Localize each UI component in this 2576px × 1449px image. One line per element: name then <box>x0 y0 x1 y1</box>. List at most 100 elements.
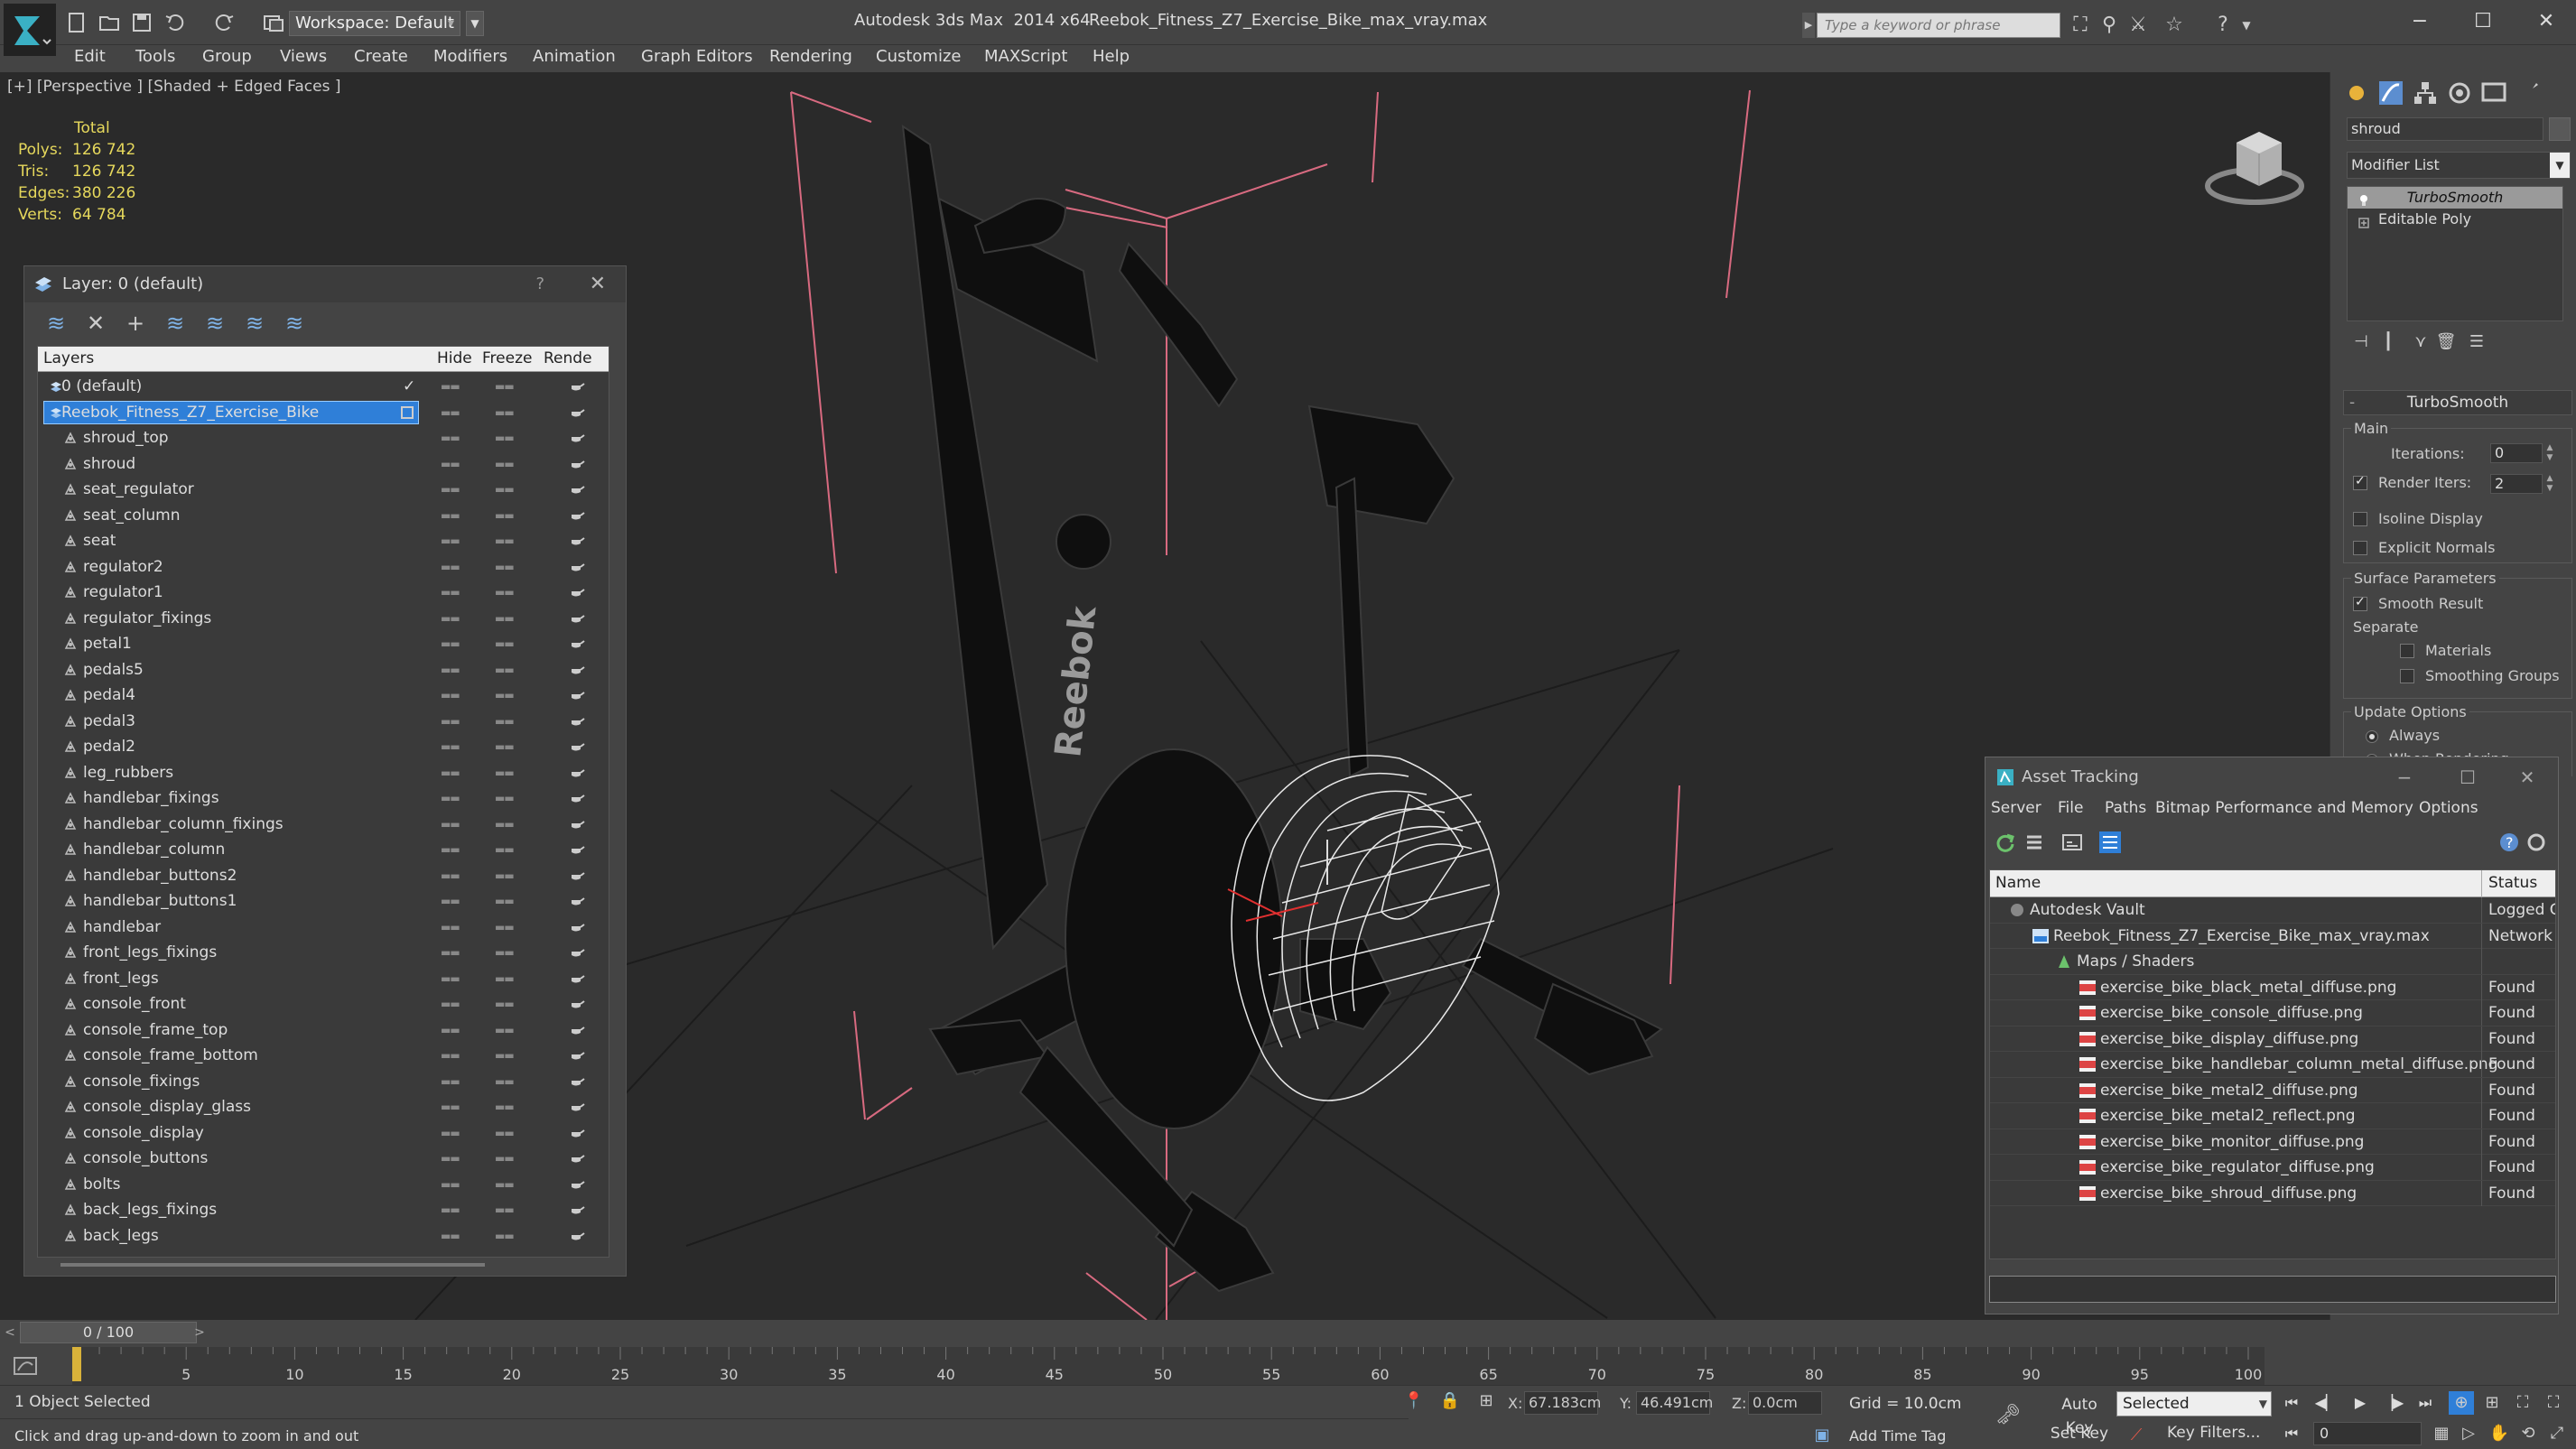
render-teapot-icon[interactable] <box>569 637 585 650</box>
freeze-toggle[interactable]: ▬▬ <box>495 940 515 965</box>
hide-toggle[interactable]: ▬▬ <box>441 991 460 1017</box>
hide-all-layers-icon[interactable]: ≋ <box>241 310 268 337</box>
menu-edit[interactable]: Edit <box>74 47 106 66</box>
object-row[interactable]: console_buttons ▬▬ ▬▬ <box>38 1146 609 1172</box>
workspace-options-button[interactable]: ▼ <box>466 11 484 36</box>
track-ruler[interactable]: 5 10 15 20 25 30 35 40 45 50 55 60 65 70 75 80 85 90 95 100 <box>72 1347 2264 1385</box>
minimize-icon[interactable]: − <box>2377 757 2432 797</box>
help-icon[interactable]: ? <box>2497 830 2522 855</box>
hide-toggle[interactable]: ▬▬ <box>441 1172 460 1197</box>
hide-toggle[interactable]: ▬▬ <box>441 734 460 759</box>
freeze-toggle[interactable]: ▬▬ <box>495 888 515 914</box>
render-teapot-icon[interactable] <box>569 946 585 959</box>
object-row[interactable]: front_legs_fixings ▬▬ ▬▬ <box>38 940 609 966</box>
z-coordinate-field[interactable]: 0.0cm <box>1748 1391 1822 1415</box>
object-row[interactable]: console_display_glass ▬▬ ▬▬ <box>38 1094 609 1120</box>
column-status[interactable]: Status <box>2488 874 2537 892</box>
go-to-end-icon[interactable]: ⏭ <box>2413 1391 2438 1415</box>
zoom-extents-icon[interactable]: ⛶ <box>2510 1391 2535 1415</box>
object-row[interactable]: handlebar ▬▬ ▬▬ <box>38 915 609 941</box>
hide-toggle[interactable]: ▬▬ <box>441 812 460 837</box>
asset-tracking-titlebar[interactable]: Asset Tracking − ☐ ✕ <box>1985 757 2558 797</box>
object-row[interactable]: console_frame_top ▬▬ ▬▬ <box>38 1017 609 1044</box>
next-frame-icon[interactable]: ▕▶ <box>2380 1391 2405 1415</box>
layer-row[interactable]: Reebok_Fitness_Z7_Exercise_Bike ▬▬ ▬▬ <box>38 400 609 426</box>
help-icon[interactable]: ? <box>535 266 544 302</box>
turbosmooth-rollout-title[interactable]: - TurboSmooth <box>2343 390 2572 415</box>
previous-frame-icon[interactable]: ◀▏ <box>2313 1391 2339 1415</box>
render-teapot-icon[interactable] <box>569 869 585 882</box>
search-expand-button[interactable]: ▶ <box>1802 13 1815 38</box>
render-teapot-icon[interactable] <box>569 534 585 547</box>
asset-row[interactable]: exercise_bike_monitor_diffuse.png Found <box>1990 1129 2555 1155</box>
project-folder-icon[interactable] <box>262 11 285 34</box>
new-file-icon[interactable] <box>65 11 88 34</box>
menu-animation[interactable]: Animation <box>533 47 616 66</box>
object-row[interactable]: handlebar_buttons1 ▬▬ ▬▬ <box>38 888 609 915</box>
object-row[interactable]: handlebar_column_fixings ▬▬ ▬▬ <box>38 812 609 838</box>
freeze-toggle[interactable]: ▬▬ <box>495 1120 515 1146</box>
select-objects-in-layer-icon[interactable]: ≋ <box>162 310 189 337</box>
freeze-toggle[interactable]: ▬▬ <box>495 503 515 528</box>
object-row[interactable]: handlebar_fixings ▬▬ ▬▬ <box>38 785 609 812</box>
time-slider-prev-icon[interactable]: < <box>2 1322 18 1343</box>
freeze-toggle[interactable]: ▬▬ <box>495 1172 515 1197</box>
hide-toggle[interactable]: ▬▬ <box>441 1146 460 1171</box>
hide-toggle[interactable]: ▬▬ <box>441 1017 460 1043</box>
render-teapot-icon[interactable] <box>569 1024 585 1036</box>
render-teapot-icon[interactable] <box>569 1075 585 1088</box>
object-row[interactable]: seat_regulator ▬▬ ▬▬ <box>38 477 609 503</box>
object-row[interactable]: bolts ▬▬ ▬▬ <box>38 1172 609 1198</box>
render-teapot-icon[interactable] <box>569 843 585 856</box>
hide-toggle[interactable]: ▬▬ <box>441 760 460 785</box>
refresh-icon[interactable] <box>1993 830 2018 855</box>
binoculars-icon[interactable]: ⛶ <box>2068 13 2093 38</box>
object-row[interactable]: petal1 ▬▬ ▬▬ <box>38 631 609 657</box>
materials-checkbox[interactable] <box>2400 644 2414 658</box>
spinner-arrows-icon[interactable]: ▲ ▼ <box>2544 443 2555 463</box>
asset-row[interactable]: exercise_bike_display_diffuse.png Found <box>1990 1026 2555 1052</box>
object-row[interactable]: front_legs ▬▬ ▬▬ <box>38 966 609 992</box>
freeze-toggle[interactable]: ▬▬ <box>495 528 515 553</box>
hide-toggle[interactable]: ▬▬ <box>441 915 460 940</box>
go-to-start-icon[interactable]: ⏮ <box>2279 1391 2304 1415</box>
render-teapot-icon[interactable] <box>569 1101 585 1113</box>
stack-item-turbosmooth[interactable]: TurboSmooth <box>2348 187 2562 209</box>
render-teapot-icon[interactable] <box>569 432 585 444</box>
viewport-label[interactable]: [+] [Perspective ] [Shaded + Edged Faces… <box>7 78 340 96</box>
object-row[interactable]: pedal3 ▬▬ ▬▬ <box>38 709 609 735</box>
add-time-tag-button[interactable]: Add Time Tag <box>1849 1427 1946 1444</box>
time-slider-thumb[interactable]: 0 / 100 <box>20 1322 197 1343</box>
display-tab-icon[interactable] <box>2478 78 2509 108</box>
render-teapot-icon[interactable] <box>569 561 585 573</box>
freeze-toggle[interactable]: ▬▬ <box>495 1223 515 1249</box>
freeze-toggle[interactable]: ▬▬ <box>495 451 515 477</box>
isolate-selection-icon[interactable]: 📍 <box>1401 1389 1427 1413</box>
render-teapot-icon[interactable] <box>569 586 585 599</box>
save-file-icon[interactable] <box>130 11 153 34</box>
render-teapot-icon[interactable] <box>569 1203 585 1216</box>
render-teapot-icon[interactable] <box>569 483 585 496</box>
expand-icon[interactable] <box>2358 213 2369 228</box>
remove-modifier-icon[interactable]: 🗑 <box>2435 332 2457 352</box>
render-teapot-icon[interactable] <box>569 1178 585 1191</box>
object-row[interactable]: console_frame_bottom ▬▬ ▬▬ <box>38 1043 609 1069</box>
column-render[interactable]: Rende <box>544 349 592 367</box>
menu-modifiers[interactable]: Modifiers <box>433 47 507 66</box>
open-file-icon[interactable] <box>98 11 121 34</box>
object-row[interactable]: leg_rubbers ▬▬ ▬▬ <box>38 760 609 786</box>
modifier-list-dropdown[interactable]: Modifier List ▼ <box>2347 152 2571 179</box>
pan-icon[interactable]: ✋ <box>2487 1422 2512 1445</box>
favorites-star-icon[interactable]: ☆ <box>2162 13 2187 38</box>
hide-toggle[interactable]: ▬▬ <box>441 631 460 656</box>
hierarchy-tab-icon[interactable] <box>2410 78 2441 108</box>
settings-icon[interactable] <box>2524 830 2549 855</box>
communication-center-icon[interactable]: ⚔ <box>2125 13 2151 38</box>
hide-toggle[interactable]: ▬▬ <box>441 528 460 553</box>
render-teapot-icon[interactable] <box>569 818 585 831</box>
layer-panel-titlebar[interactable]: Layer: 0 (default) ? ✕ <box>24 266 626 302</box>
hide-toggle[interactable]: ▬▬ <box>441 709 460 734</box>
object-row[interactable]: pedal4 ▬▬ ▬▬ <box>38 683 609 709</box>
modify-tab-icon[interactable] <box>2376 78 2406 108</box>
explicit-normals-checkbox[interactable] <box>2353 541 2367 555</box>
